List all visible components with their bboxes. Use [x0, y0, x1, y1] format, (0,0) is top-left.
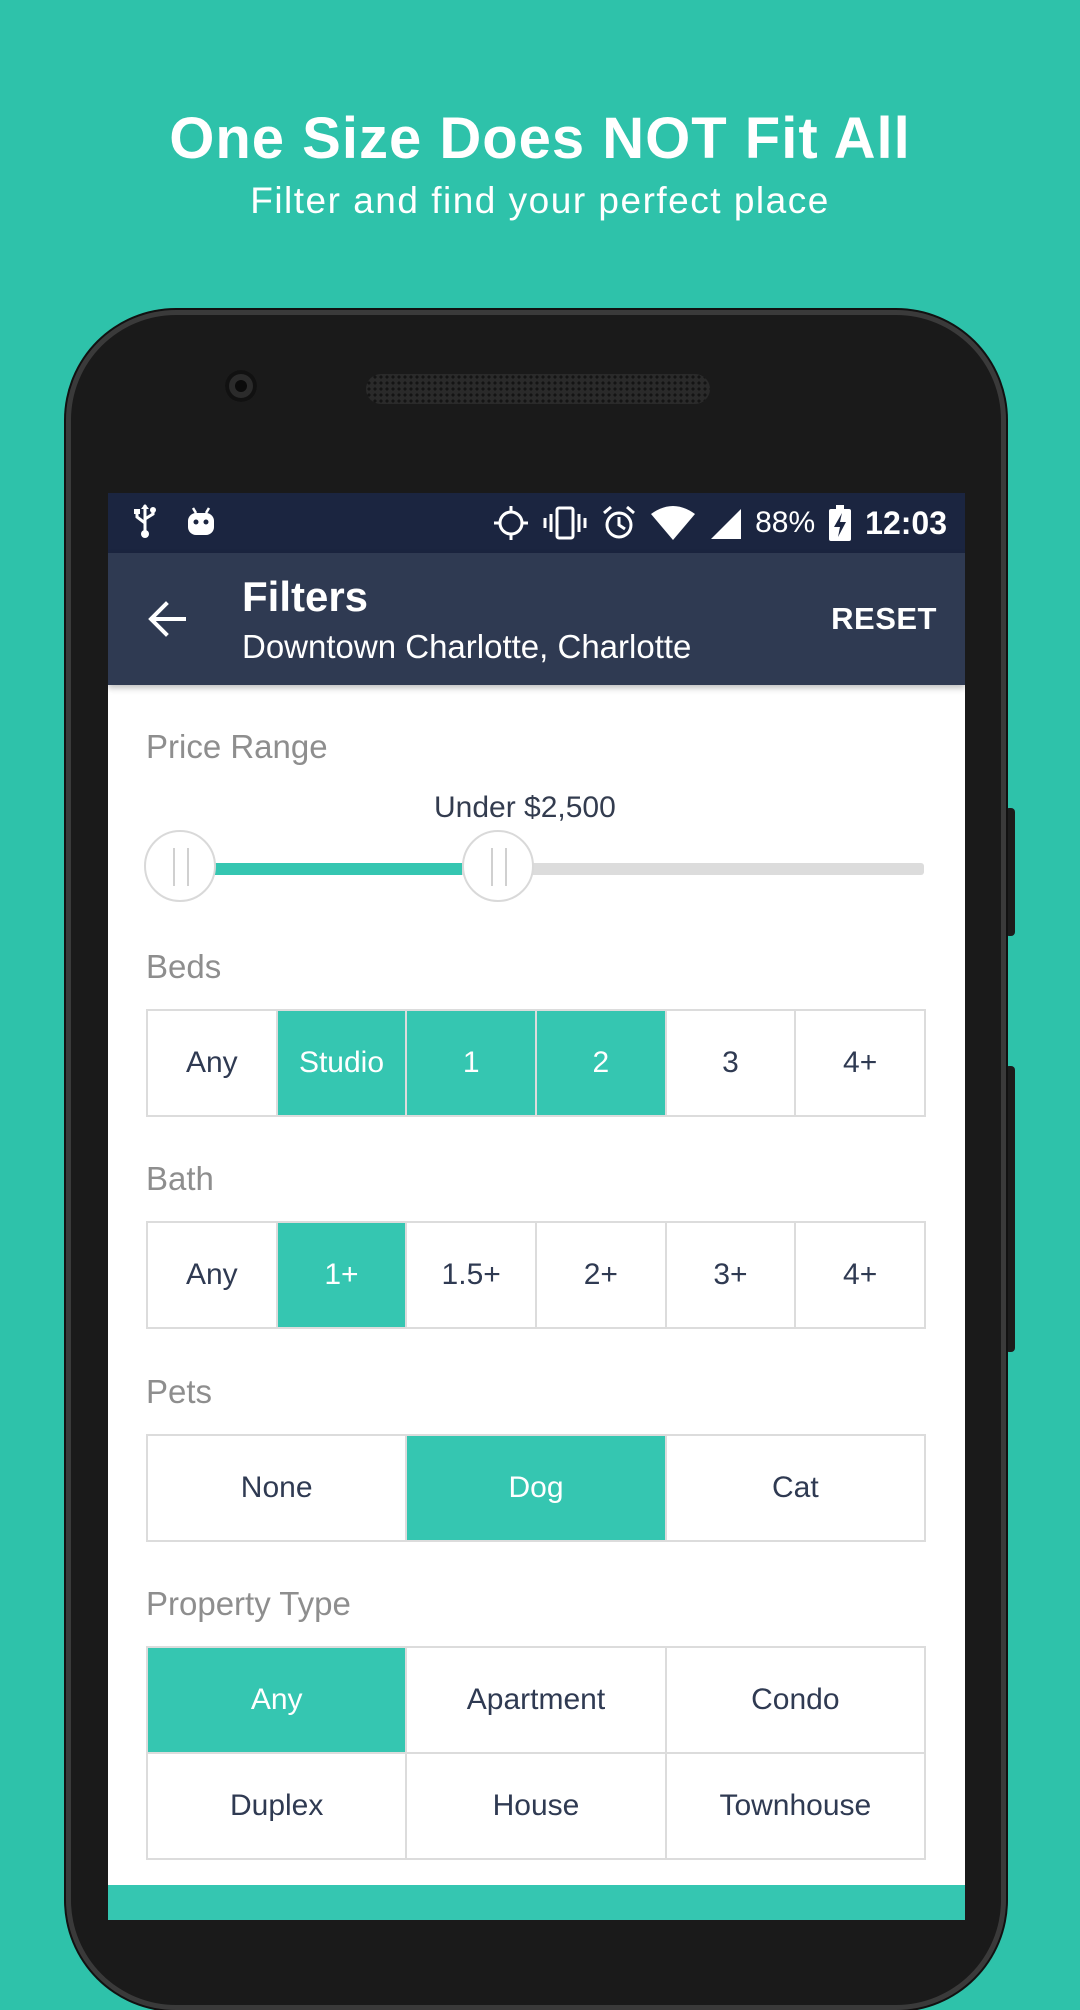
- location-icon: [493, 505, 529, 541]
- bath-option-1[interactable]: 1+: [277, 1223, 408, 1329]
- status-clock: 12:03: [865, 504, 947, 541]
- front-camera: [225, 370, 257, 402]
- alarm-icon: [601, 505, 637, 541]
- beds-option-3[interactable]: 3: [666, 1011, 797, 1117]
- bath-selector: Any 1+ 1.5+ 2+ 3+ 4+: [146, 1221, 926, 1329]
- property-type-option-condo[interactable]: Condo: [666, 1648, 926, 1754]
- reset-button[interactable]: RESET: [831, 601, 937, 637]
- price-range-value: Under $2,500: [434, 791, 616, 824]
- beds-label: Beds: [146, 948, 222, 985]
- bath-option-1-5[interactable]: 1.5+: [407, 1223, 537, 1329]
- property-type-label: Property Type: [146, 1585, 351, 1622]
- beds-selector: Any Studio 1 2 3 4+: [146, 1009, 926, 1117]
- battery-percent: 88%: [755, 506, 816, 539]
- app-toolbar: Filters Downtown Charlotte, Charlotte RE…: [108, 553, 965, 685]
- volume-button: [1005, 1066, 1015, 1352]
- promo-title: One Size Does NOT Fit All: [169, 106, 911, 171]
- battery-charging-icon: [829, 505, 852, 541]
- bath-option-2[interactable]: 2+: [537, 1223, 667, 1329]
- property-type-option-any[interactable]: Any: [148, 1648, 408, 1754]
- bath-option-any[interactable]: Any: [148, 1223, 278, 1329]
- beds-option-2[interactable]: 2: [537, 1011, 667, 1117]
- earpiece-speaker: [366, 374, 710, 404]
- wifi-icon: [651, 506, 696, 540]
- pets-option-none[interactable]: None: [148, 1436, 408, 1542]
- property-type-selector: Any Apartment Condo Duplex House Townhouse: [146, 1646, 926, 1860]
- price-slider-min-handle[interactable]: [144, 830, 216, 902]
- vibrate-icon: [543, 506, 587, 540]
- price-slider-fill: [214, 863, 463, 875]
- beds-option-studio[interactable]: Studio: [277, 1011, 408, 1117]
- pets-option-dog[interactable]: Dog: [407, 1436, 667, 1542]
- pets-selector: None Dog Cat: [146, 1434, 926, 1542]
- back-button[interactable]: [144, 595, 192, 643]
- property-type-option-townhouse[interactable]: Townhouse: [666, 1754, 926, 1860]
- status-bar: 88% 12:03: [108, 493, 965, 553]
- bath-label: Bath: [146, 1160, 214, 1197]
- apply-bar[interactable]: [108, 1885, 965, 1920]
- signal-icon: [709, 507, 742, 539]
- toolbar-subtitle: Downtown Charlotte, Charlotte: [242, 628, 692, 665]
- property-type-option-apartment[interactable]: Apartment: [407, 1648, 667, 1754]
- property-type-option-house[interactable]: House: [407, 1754, 667, 1860]
- pets-option-cat[interactable]: Cat: [666, 1436, 926, 1542]
- arrow-back-icon: [148, 601, 186, 637]
- android-debug-icon: [186, 505, 216, 537]
- beds-option-1[interactable]: 1: [407, 1011, 537, 1117]
- phone-screen: 88% 12:03 Filters Downtown Charlotte, Ch…: [108, 493, 965, 1920]
- property-type-option-duplex[interactable]: Duplex: [148, 1754, 408, 1860]
- toolbar-title: Filters: [242, 573, 369, 620]
- price-range-label: Price Range: [146, 728, 328, 765]
- beds-option-4[interactable]: 4+: [796, 1011, 926, 1117]
- bath-option-3[interactable]: 3+: [666, 1223, 797, 1329]
- price-slider-max-handle[interactable]: [462, 830, 535, 902]
- usb-icon: [132, 503, 158, 539]
- pets-label: Pets: [146, 1373, 213, 1410]
- beds-option-any[interactable]: Any: [148, 1011, 278, 1117]
- promo-subtitle: Filter and find your perfect place: [250, 180, 830, 221]
- bath-option-4[interactable]: 4+: [796, 1223, 926, 1329]
- power-button: [1005, 808, 1015, 936]
